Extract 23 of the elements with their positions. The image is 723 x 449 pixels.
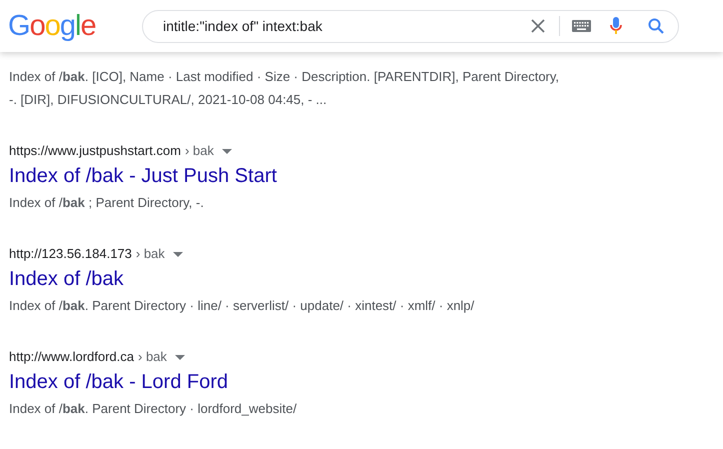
clear-icon[interactable] [531, 19, 545, 33]
result-snippet: Index of /bak ; Parent Directory, -. [9, 194, 205, 212]
result-snippet: Index of /bak. Parent Directory · line/ · serverlist/ · update/ · xintest/ · xmlf/ · xnlp/ [9, 297, 476, 315]
result-snippet: Index of /bak. [ICO], Name · Last modified · Size · Description. [PARENTDIR], Parent Directory, [9, 68, 560, 86]
result-url: http://www.lordford.ca [9, 348, 134, 366]
result-url: https://www.justpushstart.com [9, 142, 181, 160]
search-bar[interactable]: intitle:"index of" intext:bak [142, 10, 679, 42]
result-url: http://123.56.184.173 [9, 245, 132, 263]
breadcrumb-path: › bak [184, 142, 214, 160]
search-icon[interactable] [648, 18, 664, 34]
result-snippet: Index of /bak. Parent Directory · lordford_website/ [9, 400, 298, 418]
breadcrumb-path: › bak [136, 245, 165, 263]
dropdown-caret-icon[interactable] [172, 252, 183, 256]
search-input[interactable]: intitle:"index of" intext:bak [161, 17, 531, 35]
result-snippet: -. [DIR], DIFUSIONCULTURAL/, 2021-10-08 04:45, - ... [9, 91, 328, 109]
breadcrumb-path: › bak [138, 348, 167, 366]
keyboard-icon[interactable] [572, 20, 591, 32]
microphone-icon[interactable] [610, 17, 622, 35]
dropdown-caret-icon[interactable] [222, 148, 232, 154]
result-title-link[interactable]: Index of /bak - Just Push Start [9, 163, 277, 189]
dropdown-caret-icon[interactable] [174, 354, 185, 360]
result-title-link[interactable]: Index of /bak - Lord Ford [9, 369, 228, 395]
result-title-link[interactable]: Index of /bak [9, 266, 124, 292]
